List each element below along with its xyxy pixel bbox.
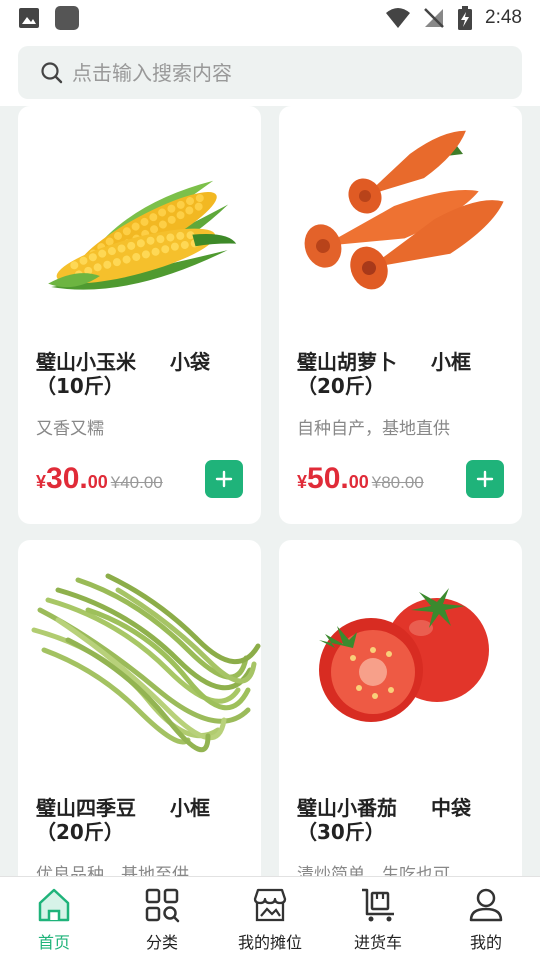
product-title: 璧山小番茄 — [297, 796, 397, 820]
app-notification-icon — [55, 6, 79, 30]
currency-symbol: ¥ — [297, 472, 308, 492]
product-weight: （20斤） — [297, 374, 385, 398]
green-beans-image — [31, 573, 261, 753]
price-integer: 50. — [307, 462, 349, 495]
tab-label: 我的 — [469, 933, 502, 952]
cart-icon — [362, 888, 394, 922]
product-name: 璧山小番茄 中袋 （30斤） — [297, 796, 512, 844]
stall-icon — [253, 888, 287, 922]
bottom-tab-bar: 首页 分类 我的摊位 进货车 我的 — [0, 876, 540, 960]
original-price: ¥40.00 — [110, 473, 163, 492]
tab-cart[interactable]: 进货车 — [324, 877, 432, 960]
tab-my-stall[interactable]: 我的摊位 — [216, 877, 324, 960]
product-name: 璧山小玉米 小袋 （10斤） — [36, 350, 251, 398]
search-icon — [41, 61, 63, 83]
product-grid: 璧山小玉米 小袋 （10斤） 又香又糯 ¥30. 00 ¥40.00 璧山胡萝卜… — [0, 106, 540, 876]
tab-label: 我的摊位 — [237, 933, 302, 952]
product-description: 清炒简单，生吃也可 — [297, 865, 450, 876]
tab-label: 进货车 — [353, 933, 402, 952]
status-time: 2:48 — [485, 7, 522, 28]
plus-icon — [215, 470, 233, 488]
tab-home[interactable]: 首页 — [0, 877, 108, 960]
product-title: 璧山四季豆 — [36, 796, 136, 820]
price-decimal: 00 — [348, 472, 369, 492]
tab-label: 首页 — [37, 933, 70, 952]
product-card-corn[interactable]: 璧山小玉米 小袋 （10斤） 又香又糯 ¥30. 00 ¥40.00 — [18, 106, 261, 524]
search-bar[interactable] — [18, 46, 522, 99]
tab-label: 分类 — [145, 933, 178, 952]
product-price: ¥30. 00 ¥40.00 — [36, 462, 163, 496]
image-notification-icon — [19, 8, 39, 28]
product-description: 又香又糯 — [36, 419, 104, 439]
no-signal-icon — [424, 8, 444, 28]
corn-image — [48, 180, 237, 290]
tab-category[interactable]: 分类 — [108, 877, 216, 960]
product-name: 璧山胡萝卜 小框 （20斤） — [297, 350, 512, 398]
search-input[interactable] — [72, 60, 492, 85]
product-weight: （30斤） — [297, 820, 385, 844]
price-decimal: 00 — [87, 472, 108, 492]
add-to-cart-button[interactable] — [205, 460, 243, 498]
tab-profile[interactable]: 我的 — [432, 877, 540, 960]
product-description: 优良品种，基地至供 — [36, 865, 189, 876]
add-to-cart-button[interactable] — [466, 460, 504, 498]
product-card-carrot[interactable]: 璧山胡萝卜 小框 （20斤） 自种自产，基地直供 ¥50. 00 ¥80.00 — [279, 106, 522, 524]
product-card-green-beans[interactable]: 璧山四季豆 小框 （20斤） 优良品种，基地至供 — [18, 540, 261, 876]
user-icon — [469, 888, 503, 922]
category-icon — [145, 888, 180, 923]
tomato-image — [319, 588, 489, 722]
plus-icon — [476, 470, 494, 488]
product-unit: 中袋 — [431, 796, 471, 820]
home-icon — [38, 888, 70, 922]
carrot-image — [304, 130, 504, 290]
price-integer: 30. — [46, 462, 88, 495]
product-name: 璧山四季豆 小框 （20斤） — [36, 796, 251, 844]
status-bar: 2:48 — [0, 0, 540, 36]
battery-charging-icon — [458, 6, 473, 30]
search-header — [0, 36, 540, 106]
original-price: ¥80.00 — [371, 473, 424, 492]
product-price: ¥50. 00 ¥80.00 — [297, 462, 424, 496]
product-unit: 小框 — [170, 796, 210, 820]
product-weight: （20斤） — [36, 820, 124, 844]
product-card-tomato[interactable]: 璧山小番茄 中袋 （30斤） 清炒简单，生吃也可 — [279, 540, 522, 876]
product-unit: 小框 — [431, 350, 471, 374]
wifi-icon — [386, 8, 411, 28]
product-title: 璧山小玉米 — [36, 350, 136, 374]
product-unit: 小袋 — [170, 350, 210, 374]
product-weight: （10斤） — [36, 374, 124, 398]
currency-symbol: ¥ — [36, 472, 47, 492]
product-title: 璧山胡萝卜 — [297, 350, 397, 374]
product-description: 自种自产，基地直供 — [297, 419, 450, 439]
